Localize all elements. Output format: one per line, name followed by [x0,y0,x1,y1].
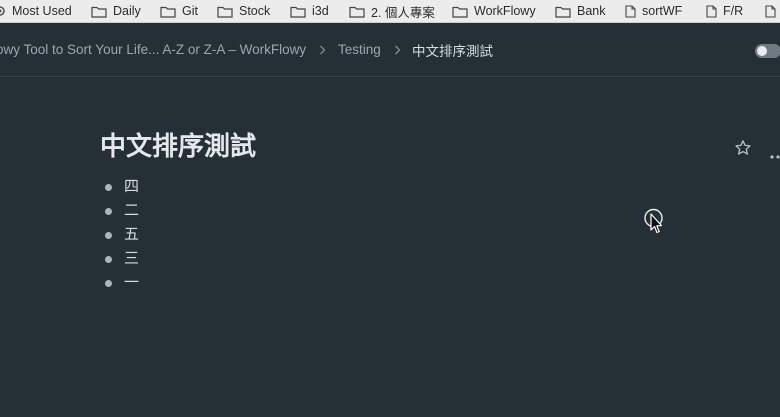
page-icon [765,4,776,18]
breadcrumb-item-home[interactable]: owy Tool to Sort Your Life... A-Z or Z-A… [0,23,306,76]
item-text[interactable]: 二 [124,199,139,223]
folder-icon [91,6,107,18]
bookmark-stock[interactable]: Stock [217,0,270,22]
bookmark-label: Daily [113,4,141,18]
bookmark-fr[interactable]: F/R [706,0,743,22]
folder-icon [217,6,233,18]
breadcrumb: owy Tool to Sort Your Life... A-Z or Z-A… [0,23,780,77]
folder-icon [452,6,468,18]
more-options-icon[interactable] [770,146,780,164]
bullet-list: 四 二 五 三 一 [100,175,139,295]
bullet-icon[interactable] [105,231,112,239]
bookmark-bank[interactable]: Bank [555,0,606,22]
item-text[interactable]: 一 [124,271,139,295]
chevron-right-icon [394,23,401,76]
bookmarks-bar: Most Used Daily Git Stock i3d 2. 個人專案 Wo… [0,0,780,23]
folder-icon [290,6,306,18]
bookmark-most-used[interactable]: Most Used [0,0,72,22]
mouse-cursor-icon [644,208,666,243]
list-item[interactable]: 五 [100,223,139,247]
theme-toggle[interactable] [755,44,780,58]
bookmark-git[interactable]: Git [160,0,198,22]
folder-icon [160,6,176,18]
toggle-knob [757,46,767,56]
bookmark-label: Bank [577,4,606,18]
item-text[interactable]: 三 [124,247,139,271]
list-item[interactable]: 三 [100,247,139,271]
page-title[interactable]: 中文排序測試 [100,128,256,164]
bookmark-overflow[interactable] [765,0,780,22]
bookmark-personal-projects[interactable]: 2. 個人專案 [349,0,435,22]
list-item[interactable]: 一 [100,271,139,295]
bullet-icon[interactable] [105,279,112,287]
bookmark-label: F/R [723,4,744,18]
folder-icon [555,6,571,18]
bookmark-label: i3d [312,4,329,18]
bookmark-daily[interactable]: Daily [91,0,141,22]
list-item[interactable]: 二 [100,199,139,223]
breadcrumb-item-current[interactable]: 中文排序測試 [412,23,493,76]
item-text[interactable]: 四 [124,175,139,199]
star-icon[interactable] [734,139,752,162]
bookmark-label: sortWF [642,4,683,18]
bullet-icon[interactable] [105,183,112,191]
bookmark-label: WorkFlowy [474,4,536,18]
breadcrumb-item-testing[interactable]: Testing [338,23,381,76]
bookmark-label: Most Used [12,4,72,18]
folder-icon [349,6,365,18]
chevron-right-icon [319,23,326,76]
bookmark-label: 2. 個人專案 [371,5,435,20]
bullet-icon[interactable] [105,255,112,263]
gear-icon [0,6,5,16]
list-item[interactable]: 四 [100,175,139,199]
page-icon [625,4,636,18]
bookmark-i3d[interactable]: i3d [290,0,329,22]
bookmark-sortwf[interactable]: sortWF [625,0,682,22]
item-text[interactable]: 五 [124,223,139,247]
bullet-icon[interactable] [105,207,112,215]
bookmark-workflowy[interactable]: WorkFlowy [452,0,536,22]
bookmark-label: Git [182,4,198,18]
bookmark-label: Stock [239,4,271,18]
page-icon [706,4,717,18]
